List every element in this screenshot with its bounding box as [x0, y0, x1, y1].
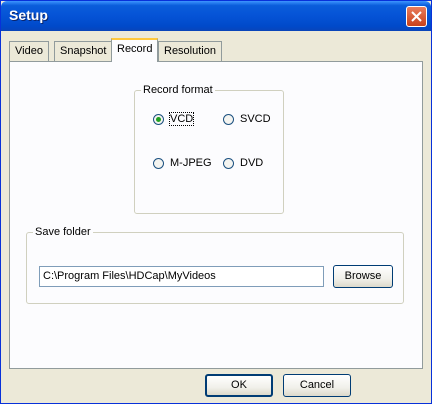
tab-label: Record: [117, 43, 153, 55]
radio-svcd[interactable]: SVCD: [223, 113, 283, 127]
radio-vcd-button[interactable]: [153, 114, 164, 125]
radio-mjpeg-button[interactable]: [153, 158, 164, 169]
radio-mjpeg[interactable]: M-JPEG: [153, 157, 217, 171]
radio-svcd-label: SVCD: [240, 113, 271, 125]
tab-label: Snapshot: [60, 45, 107, 57]
tab-label: Video: [15, 45, 43, 57]
title-bar[interactable]: Setup: [1, 1, 431, 31]
tab-snapshot[interactable]: Snapshot: [54, 41, 113, 61]
setup-dialog: Setup Video Snapshot Record Resolution R…: [0, 0, 432, 404]
save-folder-path-input[interactable]: C:\Program Files\HDCap\MyVideos: [39, 266, 324, 287]
close-icon: [411, 11, 422, 22]
save-folder-group: Save folder C:\Program Files\HDCap\MyVid…: [26, 226, 404, 304]
cancel-button-label: Cancel: [299, 379, 335, 391]
record-format-label: Record format: [141, 84, 215, 96]
radio-dvd-label: DVD: [240, 157, 264, 169]
record-format-group: Record format VCD SVCD M-JPEG DVD: [134, 84, 284, 214]
radio-svcd-button[interactable]: [223, 114, 234, 125]
save-folder-label: Save folder: [33, 226, 93, 238]
tab-label: Resolution: [164, 45, 216, 57]
ok-button-label: OK: [231, 379, 247, 391]
tab-resolution[interactable]: Resolution: [158, 41, 222, 61]
radio-vcd[interactable]: VCD: [153, 112, 213, 127]
tab-video[interactable]: Video: [9, 41, 49, 61]
radio-dvd-button[interactable]: [223, 158, 234, 169]
record-tab-panel: Record format VCD SVCD M-JPEG DVD Save f…: [9, 61, 423, 369]
cancel-button[interactable]: Cancel: [283, 374, 351, 397]
radio-dvd[interactable]: DVD: [223, 157, 283, 171]
radio-vcd-label: VCD: [168, 112, 195, 126]
close-button[interactable]: [406, 6, 427, 27]
window-title: Setup: [9, 7, 48, 23]
browse-button-label: Browse: [344, 270, 382, 282]
browse-button[interactable]: Browse: [333, 265, 393, 288]
tab-record[interactable]: Record: [111, 38, 159, 62]
radio-mjpeg-label: M-JPEG: [170, 157, 212, 169]
ok-button[interactable]: OK: [205, 374, 273, 397]
